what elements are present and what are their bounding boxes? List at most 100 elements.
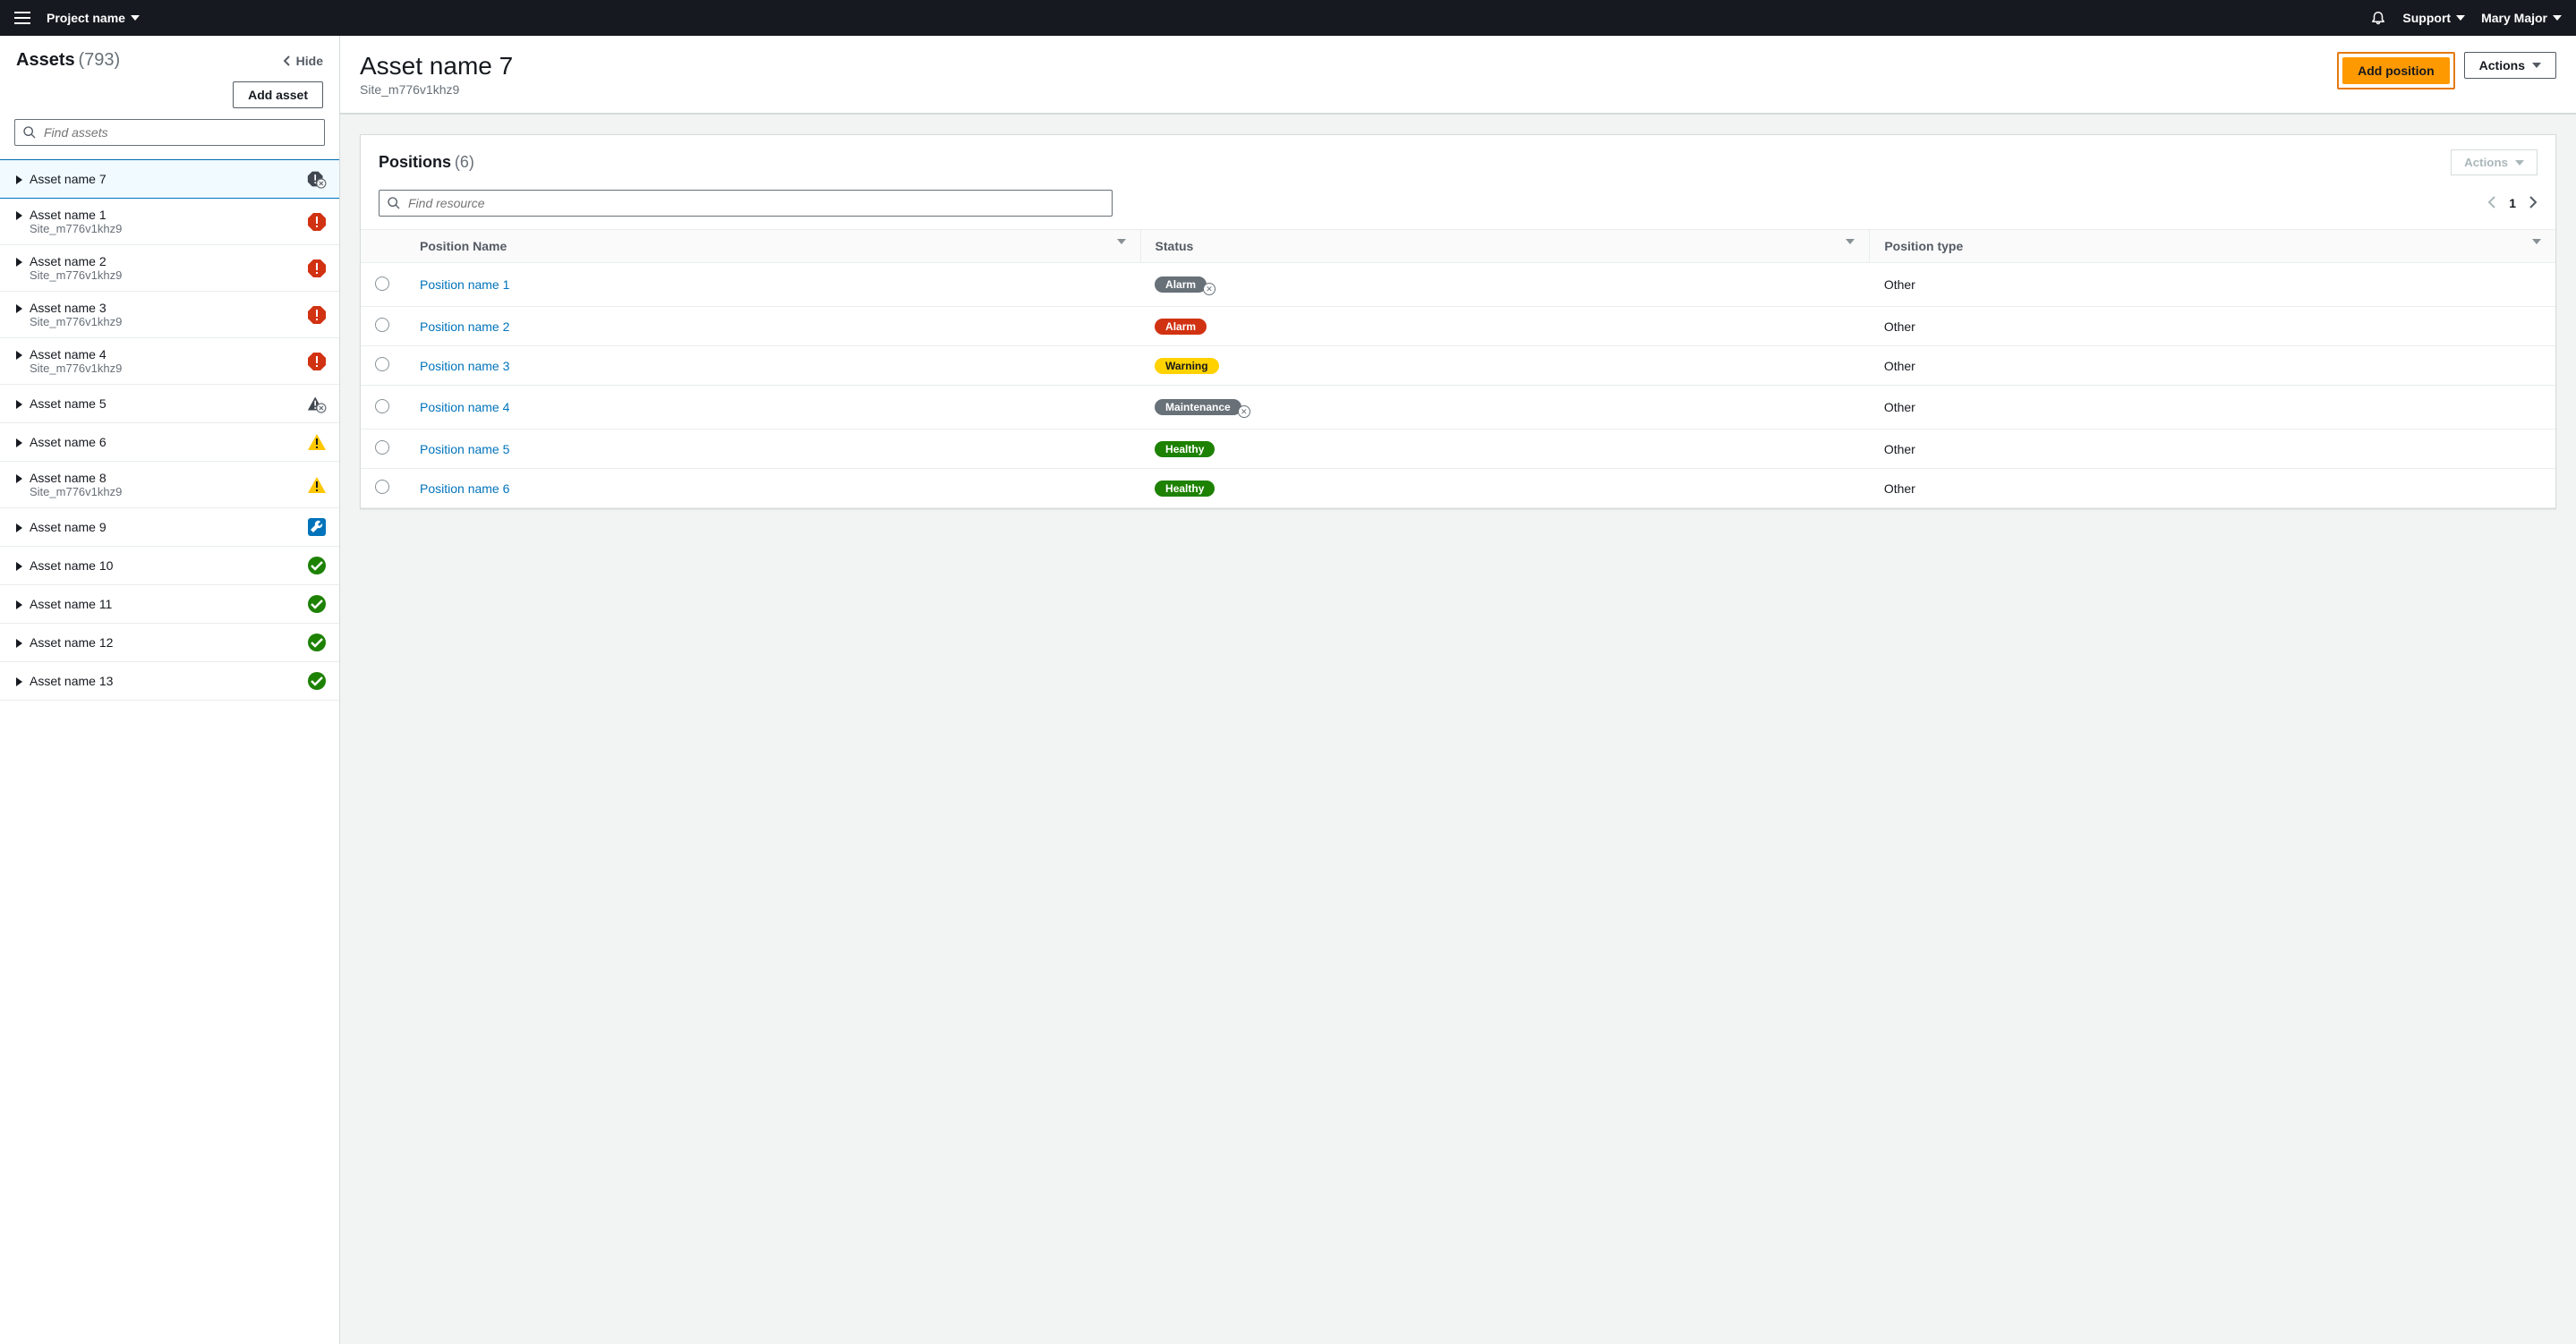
positions-search[interactable] <box>379 190 1113 217</box>
asset-item[interactable]: Asset name 1Site_m776v1khz9 <box>0 199 339 245</box>
asset-item[interactable]: Asset name 13 <box>0 662 339 701</box>
asset-name: Asset name 13 <box>30 674 113 688</box>
assets-search[interactable] <box>14 119 325 146</box>
main-content: Asset name 7 Site_m776v1khz9 Add positio… <box>340 36 2576 1344</box>
expand-icon[interactable] <box>16 304 22 313</box>
position-link[interactable]: Position name 5 <box>420 442 509 456</box>
row-radio[interactable] <box>375 318 389 332</box>
menu-icon[interactable] <box>14 12 30 24</box>
assets-sidebar: Assets (793) Hide Add asset Asset name 7… <box>0 36 340 1344</box>
asset-name: Asset name 5 <box>30 396 107 411</box>
position-type: Other <box>1870 346 2555 386</box>
caret-down-icon <box>2515 160 2524 166</box>
position-link[interactable]: Position name 6 <box>420 481 509 496</box>
positions-actions-button[interactable]: Actions <box>2451 149 2538 175</box>
col-position-name[interactable]: Position Name <box>420 239 507 253</box>
table-row: Position name 3 Warning Other <box>361 346 2555 386</box>
expand-icon[interactable] <box>16 523 22 532</box>
page-actions-button[interactable]: Actions <box>2464 52 2556 79</box>
table-row: Position name 6 Healthy Other <box>361 469 2555 508</box>
positions-panel: Positions (6) Actions 1 <box>360 134 2556 509</box>
table-row: Position name 1 Alarm✕ Other <box>361 263 2555 307</box>
support-menu[interactable]: Support <box>2402 11 2465 25</box>
status-badge: Healthy <box>1155 441 1215 457</box>
page-prev[interactable] <box>2487 195 2496 212</box>
sidebar-count: (793) <box>79 50 121 70</box>
expand-icon[interactable] <box>16 562 22 571</box>
table-row: Position name 5 Healthy Other <box>361 430 2555 469</box>
expand-icon[interactable] <box>16 474 22 483</box>
status-icon <box>307 594 327 614</box>
expand-icon[interactable] <box>16 600 22 609</box>
col-position-type[interactable]: Position type <box>1884 239 1963 253</box>
expand-icon[interactable] <box>16 639 22 648</box>
asset-item[interactable]: Asset name 6 <box>0 423 339 462</box>
sort-icon[interactable] <box>1117 239 1126 244</box>
position-type: Other <box>1870 386 2555 430</box>
status-icon <box>307 305 327 325</box>
add-asset-button[interactable]: Add asset <box>233 81 323 108</box>
add-position-button[interactable]: Add position <box>2342 57 2450 84</box>
asset-item[interactable]: Asset name 2Site_m776v1khz9 <box>0 245 339 292</box>
position-link[interactable]: Position name 4 <box>420 400 509 414</box>
asset-subtitle: Site_m776v1khz9 <box>30 315 122 328</box>
asset-name: Asset name 7 <box>30 172 107 186</box>
asset-name: Asset name 11 <box>30 597 112 611</box>
project-selector[interactable]: Project name <box>47 11 140 25</box>
row-radio[interactable] <box>375 276 389 291</box>
asset-item[interactable]: Asset name 7 <box>0 159 339 199</box>
sidebar-title: Assets <box>16 50 75 70</box>
asset-item[interactable]: Asset name 8Site_m776v1khz9 <box>0 462 339 508</box>
hide-sidebar-button[interactable]: Hide <box>284 54 323 68</box>
asset-list: Asset name 7Asset name 1Site_m776v1khz9A… <box>0 158 339 701</box>
position-link[interactable]: Position name 2 <box>420 319 509 334</box>
caret-down-icon <box>2456 15 2465 21</box>
asset-item[interactable]: Asset name 9 <box>0 508 339 547</box>
table-row: Position name 2 Alarm Other <box>361 307 2555 346</box>
ack-x-icon[interactable]: ✕ <box>1203 283 1215 295</box>
sort-icon[interactable] <box>2532 239 2541 244</box>
asset-item[interactable]: Asset name 12 <box>0 624 339 662</box>
sort-icon[interactable] <box>1846 239 1855 244</box>
caret-down-icon <box>2532 63 2541 68</box>
position-type: Other <box>1870 307 2555 346</box>
ack-x-icon[interactable]: ✕ <box>1238 405 1250 418</box>
col-status[interactable]: Status <box>1156 239 1194 253</box>
status-badge: Alarm <box>1155 319 1207 335</box>
position-link[interactable]: Position name 3 <box>420 359 509 373</box>
asset-name: Asset name 8 <box>30 471 122 485</box>
expand-icon[interactable] <box>16 400 22 409</box>
position-type: Other <box>1870 263 2555 307</box>
expand-icon[interactable] <box>16 175 22 184</box>
notifications-icon[interactable] <box>2370 9 2386 28</box>
expand-icon[interactable] <box>16 438 22 447</box>
position-link[interactable]: Position name 1 <box>420 277 509 292</box>
row-radio[interactable] <box>375 440 389 455</box>
asset-name: Asset name 4 <box>30 347 122 362</box>
search-icon <box>387 196 401 210</box>
row-radio[interactable] <box>375 480 389 494</box>
positions-search-input[interactable] <box>408 196 1105 210</box>
row-radio[interactable] <box>375 357 389 371</box>
hide-label: Hide <box>296 54 323 68</box>
search-icon <box>22 125 37 140</box>
expand-icon[interactable] <box>16 351 22 360</box>
expand-icon[interactable] <box>16 677 22 686</box>
expand-icon[interactable] <box>16 211 22 220</box>
top-nav: Project name Support Mary Major <box>0 0 2576 36</box>
status-badge: Alarm <box>1155 276 1207 293</box>
assets-search-input[interactable] <box>44 125 317 140</box>
asset-name: Asset name 1 <box>30 208 122 222</box>
asset-item[interactable]: Asset name 11 <box>0 585 339 624</box>
status-icon <box>307 259 327 278</box>
asset-item[interactable]: Asset name 3Site_m776v1khz9 <box>0 292 339 338</box>
expand-icon[interactable] <box>16 258 22 267</box>
caret-down-icon <box>2553 15 2562 21</box>
asset-item[interactable]: Asset name 10 <box>0 547 339 585</box>
page-next[interactable] <box>2529 195 2538 212</box>
asset-name: Asset name 9 <box>30 520 107 534</box>
user-menu[interactable]: Mary Major <box>2481 11 2562 25</box>
asset-item[interactable]: Asset name 5 <box>0 385 339 423</box>
row-radio[interactable] <box>375 399 389 413</box>
asset-item[interactable]: Asset name 4Site_m776v1khz9 <box>0 338 339 385</box>
